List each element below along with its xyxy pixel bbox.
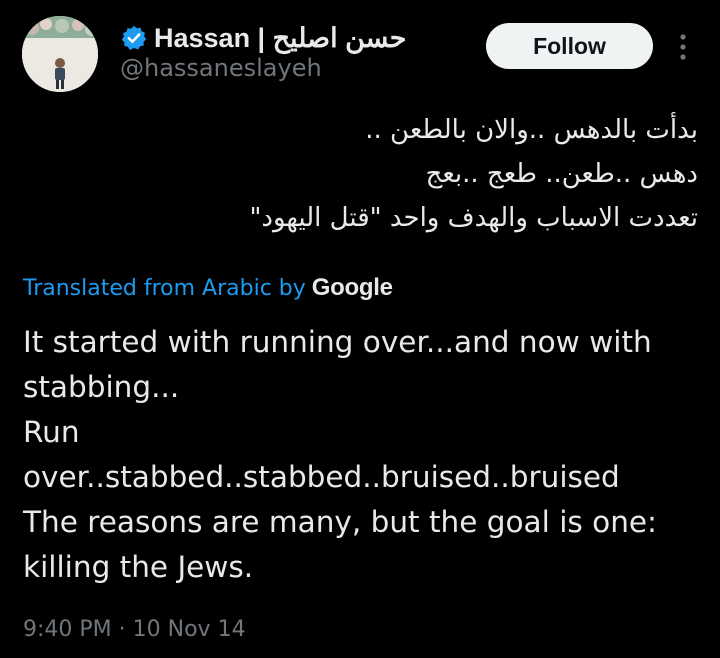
avatar[interactable]: [22, 16, 98, 92]
original-line: تعددت الاسباب والهدف واحد "قتل اليهود": [249, 203, 698, 233]
verified-badge-icon: [120, 24, 148, 52]
original-line: دهس ..طعن.. طعج ..بعج: [425, 159, 698, 189]
tweet-time: 9:40 PM: [23, 617, 112, 642]
translation-line: It started with running over...and now w…: [23, 325, 652, 359]
translation-attribution[interactable]: Translated from Arabic by Google: [23, 272, 393, 304]
display-name: Hassan | حسن اصليح: [154, 22, 407, 53]
translation-line: stabbing...: [23, 370, 180, 404]
more-options-icon[interactable]: [669, 30, 697, 64]
tweet-timestamp[interactable]: 9:40 PM · 10 Nov 14: [23, 617, 246, 642]
author-name-row[interactable]: Hassan | حسن اصليح: [120, 22, 406, 54]
user-handle[interactable]: @hassaneslayeh: [120, 54, 322, 82]
translation-line: The reasons are many, but the goal is on…: [23, 505, 657, 539]
tweet-translation-text: It started with running over...and now w…: [23, 320, 703, 590]
meta-separator: ·: [118, 617, 126, 642]
google-logo: Google: [311, 274, 393, 301]
original-line: بدأت بالدهس ..والان بالطعن ..: [365, 115, 698, 145]
tweet-date: 10 Nov 14: [132, 617, 246, 642]
translation-line: Run: [23, 415, 80, 449]
translated-from-label[interactable]: Translated from Arabic by: [23, 276, 306, 301]
translation-line: killing the Jews.: [23, 550, 254, 584]
translation-line: over..stabbed..stabbed..bruised..bruised: [23, 460, 620, 494]
tweet-original-text: بدأت بالدهس ..والان بالطعن .. دهس ..طعن.…: [38, 108, 698, 240]
follow-button[interactable]: Follow: [486, 23, 653, 69]
